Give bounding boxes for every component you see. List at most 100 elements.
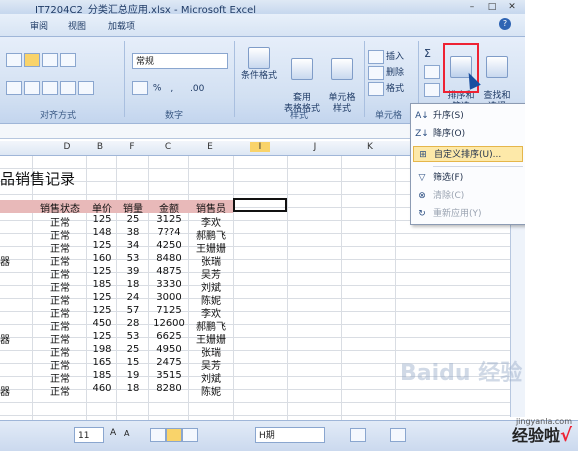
- table-cell[interactable]: 25: [118, 344, 148, 355]
- decimal-button[interactable]: .00: [190, 84, 204, 94]
- table-cell[interactable]: 185: [88, 279, 116, 290]
- column-header[interactable]: C: [158, 142, 178, 152]
- merge-icon[interactable]: [78, 81, 94, 95]
- currency-icon[interactable]: [132, 81, 148, 95]
- percent-button[interactable]: %: [153, 84, 162, 94]
- table-cell[interactable]: 3515: [150, 370, 188, 381]
- table-cell[interactable]: 125: [88, 305, 116, 316]
- table-cell[interactable]: 3125: [150, 214, 188, 225]
- tab-addins[interactable]: 加载项: [108, 19, 135, 32]
- table-cell[interactable]: 18: [118, 279, 148, 290]
- grow-font-button[interactable]: A: [110, 428, 116, 438]
- autosum-button[interactable]: Σ: [424, 47, 431, 60]
- column-header[interactable]: J: [305, 142, 325, 152]
- tab-view[interactable]: 视图: [68, 19, 86, 32]
- column-header[interactable]: D: [52, 142, 82, 152]
- table-cell[interactable]: 陈妮: [190, 383, 232, 398]
- align-bottom-icon[interactable]: [182, 428, 198, 442]
- align-top-icon[interactable]: [150, 428, 166, 442]
- fill-icon[interactable]: [424, 65, 440, 79]
- table-cell[interactable]: 38: [118, 227, 148, 238]
- table-cell[interactable]: 4250: [150, 240, 188, 251]
- column-title: 金额: [159, 204, 179, 215]
- table-cell[interactable]: 185: [88, 370, 116, 381]
- indent-icon[interactable]: [60, 81, 76, 95]
- table-format-icon[interactable]: [390, 428, 406, 442]
- column-header[interactable]: K: [360, 142, 380, 152]
- table-cell[interactable]: 2475: [150, 357, 188, 368]
- delete-button[interactable]: 删除: [368, 65, 404, 81]
- table-cell[interactable]: 3000: [150, 292, 188, 303]
- menu-item-custom-sort[interactable]: ⊞ 自定义排序(U)...: [413, 146, 523, 162]
- table-cell[interactable]: 15: [118, 357, 148, 368]
- table-cell[interactable]: 165: [88, 357, 116, 368]
- insert-button[interactable]: 插入: [368, 49, 404, 65]
- table-cell[interactable]: 34: [118, 240, 148, 251]
- table-cell[interactable]: 57: [118, 305, 148, 316]
- conditional-format-icon[interactable]: [350, 428, 366, 442]
- table-cell[interactable]: 12600: [150, 318, 188, 329]
- menu-item-filter[interactable]: ▽ 筛选(F): [413, 170, 523, 186]
- table-cell[interactable]: 125: [88, 266, 116, 277]
- menu-separator: [433, 166, 523, 167]
- cell-style-button[interactable]: 单元格 样式: [324, 47, 360, 115]
- selected-cell[interactable]: [233, 198, 287, 212]
- table-cell[interactable]: 4875: [150, 266, 188, 277]
- column-header[interactable]: E: [200, 142, 220, 152]
- menu-item-sort-desc[interactable]: Z↓ 降序(O): [413, 126, 523, 142]
- table-cell[interactable]: 4950: [150, 344, 188, 355]
- table-format-button[interactable]: 套用 表格格式: [282, 47, 322, 115]
- menu-item-clear[interactable]: ⊗ 清除(C): [413, 188, 523, 204]
- orientation-icon[interactable]: [60, 53, 76, 67]
- table-cell[interactable]: 125: [88, 292, 116, 303]
- table-cell[interactable]: 53: [118, 331, 148, 342]
- minimize-button[interactable]: –: [465, 1, 479, 13]
- table-cell[interactable]: 18: [118, 383, 148, 394]
- close-button[interactable]: ✕: [505, 1, 519, 13]
- help-icon[interactable]: ?: [499, 18, 511, 30]
- shrink-font-button[interactable]: A: [124, 429, 129, 438]
- table-cell[interactable]: 7125: [150, 305, 188, 316]
- table-cell[interactable]: 450: [88, 318, 116, 329]
- number-format-select-bottom[interactable]: H期: [255, 427, 325, 443]
- table-cell[interactable]: 28: [118, 318, 148, 329]
- table-cell[interactable]: 148: [88, 227, 116, 238]
- table-cell[interactable]: 8480: [150, 253, 188, 264]
- table-cell[interactable]: 19: [118, 370, 148, 381]
- table-cell[interactable]: 125: [88, 214, 116, 225]
- table-cell[interactable]: 3330: [150, 279, 188, 290]
- table-cell[interactable]: 125: [88, 240, 116, 251]
- align-center-icon[interactable]: [24, 81, 40, 95]
- table-cell[interactable]: 8280: [150, 383, 188, 394]
- conditional-format-button[interactable]: 条件格式: [238, 47, 280, 82]
- table-cell[interactable]: 正常: [34, 383, 86, 398]
- table-cell[interactable]: 460: [88, 383, 116, 394]
- table-cell[interactable]: 125: [88, 331, 116, 342]
- table-cell[interactable]: 198: [88, 344, 116, 355]
- comma-button[interactable]: ,: [170, 84, 173, 94]
- format-button[interactable]: 格式: [368, 81, 404, 97]
- number-format-select[interactable]: 常规: [132, 53, 228, 69]
- table-cell[interactable]: 7??4: [150, 227, 188, 238]
- align-top-icon[interactable]: [6, 53, 22, 67]
- table-cell[interactable]: 160: [88, 253, 116, 264]
- align-middle-icon[interactable]: [166, 428, 182, 442]
- align-middle-icon[interactable]: [24, 53, 40, 67]
- tab-review[interactable]: 审阅: [30, 19, 48, 32]
- menu-item-reapply[interactable]: ↻ 重新应用(Y): [413, 206, 523, 222]
- align-left-icon[interactable]: [6, 81, 22, 95]
- font-size-select[interactable]: 11: [74, 427, 104, 443]
- align-bottom-icon[interactable]: [42, 53, 58, 67]
- menu-item-sort-asc[interactable]: A↓ 升序(S): [413, 108, 523, 124]
- table-cell[interactable]: 25: [118, 214, 148, 225]
- table-cell[interactable]: 39: [118, 266, 148, 277]
- align-right-icon[interactable]: [42, 81, 58, 95]
- column-header[interactable]: B: [90, 142, 110, 152]
- column-header[interactable]: I: [250, 142, 270, 152]
- maximize-button[interactable]: □: [485, 1, 499, 13]
- clear-icon[interactable]: [424, 83, 440, 97]
- table-cell[interactable]: 53: [118, 253, 148, 264]
- table-cell[interactable]: 6625: [150, 331, 188, 342]
- column-header[interactable]: F: [122, 142, 142, 152]
- table-cell[interactable]: 24: [118, 292, 148, 303]
